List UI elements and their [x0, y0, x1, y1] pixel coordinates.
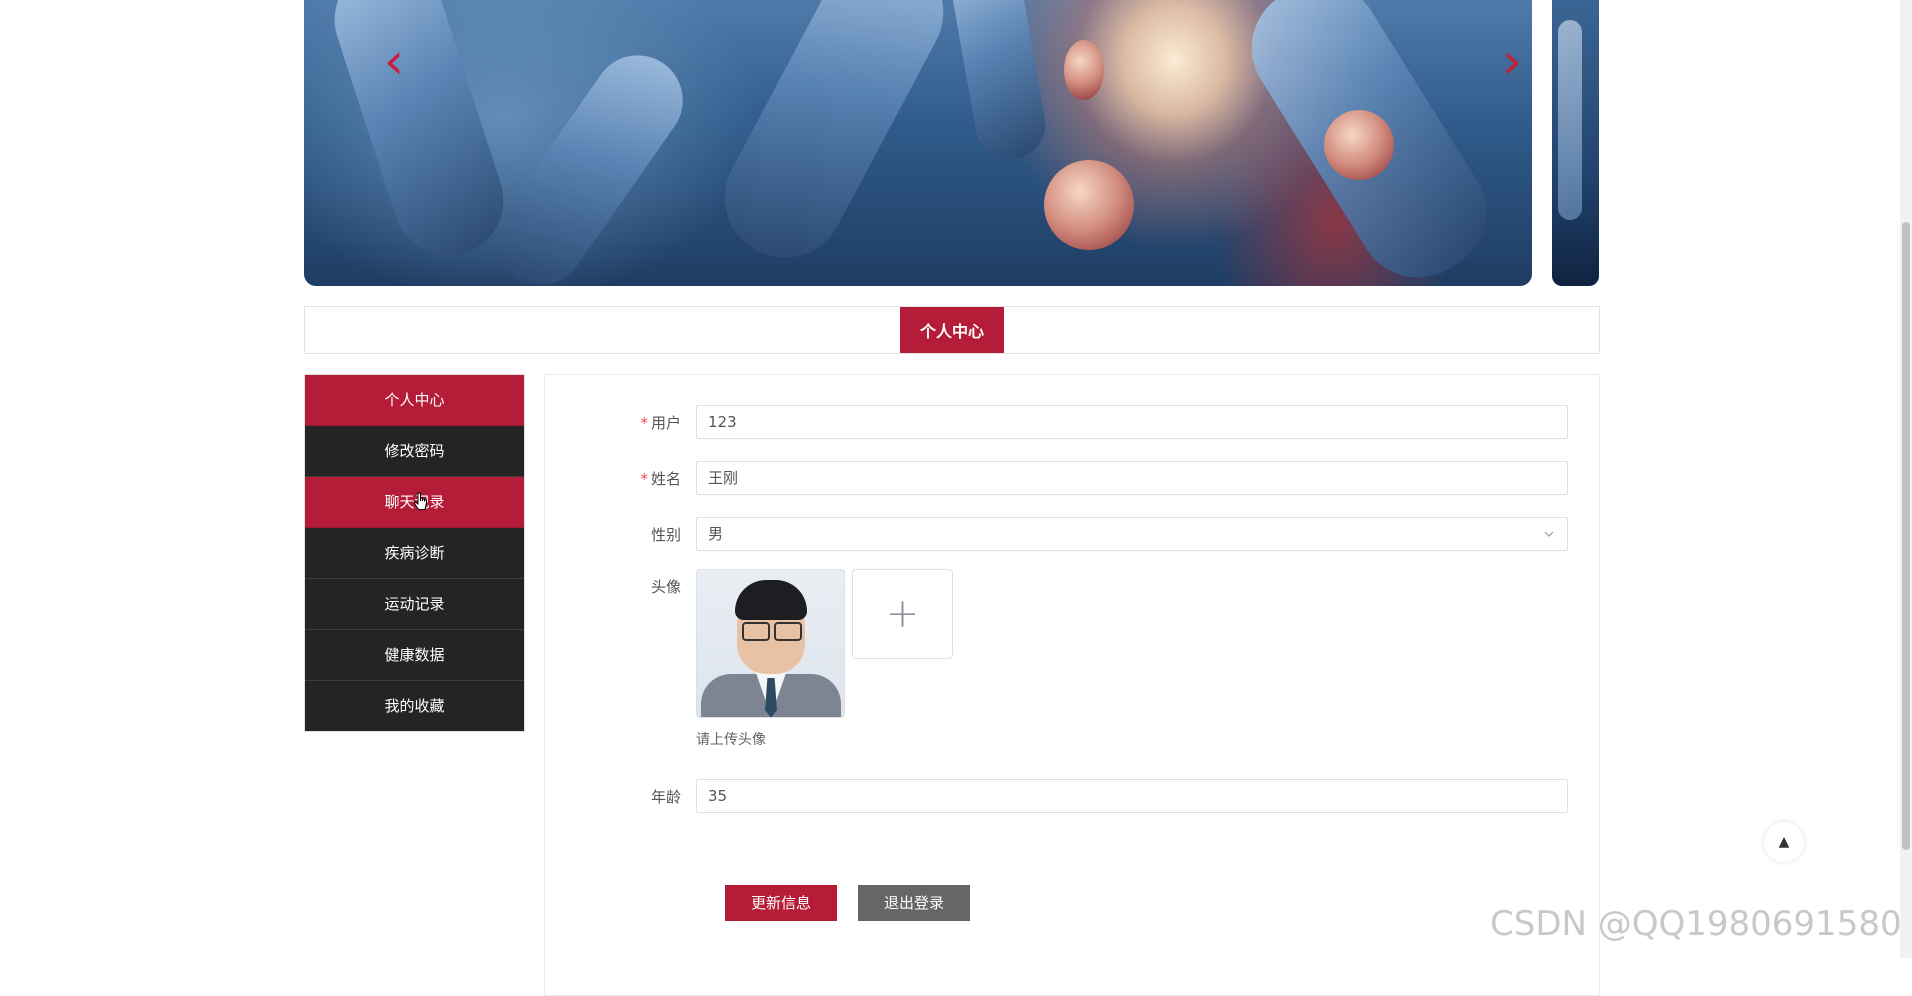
avatar-glasses	[742, 622, 770, 641]
update-info-button[interactable]: 更新信息	[725, 885, 837, 921]
carousel-next-icon[interactable]: ›	[1498, 34, 1526, 88]
plus-icon: +	[885, 591, 920, 637]
banner-strand	[947, 0, 1051, 165]
sidebar-item-my-favorites[interactable]: 我的收藏	[305, 681, 524, 731]
banner-bulb	[1044, 160, 1134, 250]
gender-select-value: 男	[708, 525, 724, 543]
back-to-top-button[interactable]: ▲	[1764, 822, 1804, 862]
banner-strand	[703, 0, 965, 279]
user-label-text: 用户	[650, 414, 681, 432]
mouse-cursor-icon	[414, 492, 427, 510]
avatar-glasses	[774, 622, 802, 641]
name-label: * 姓名	[561, 461, 681, 497]
carousel-next-slide-peek[interactable]	[1552, 0, 1599, 286]
banner-bulb	[1324, 110, 1394, 180]
csdn-watermark: CSDN @QQ1980691580	[1490, 904, 1902, 944]
age-input[interactable]: 35	[696, 779, 1568, 813]
banner-bulb	[1064, 40, 1104, 100]
required-mark: *	[640, 470, 648, 488]
gender-select[interactable]: 男	[696, 517, 1568, 551]
sidebar-item-exercise-record[interactable]: 运动记录	[305, 579, 524, 630]
section-title-bar: 个人中心	[304, 306, 1600, 354]
page-scrollbar[interactable]	[1900, 0, 1912, 958]
banner-strand	[477, 37, 701, 286]
banner-strand	[320, 0, 518, 270]
age-label: 年龄	[650, 788, 681, 806]
user-input[interactable]: 123	[696, 405, 1568, 439]
sidebar-item-health-data[interactable]: 健康数据	[305, 630, 524, 681]
required-mark: *	[640, 414, 648, 432]
caret-up-icon: ▲	[1778, 834, 1790, 850]
user-label: * 用户	[561, 405, 681, 441]
form-row-avatar: 头像 + 请上传头像	[545, 569, 1599, 759]
upload-add-button[interactable]: +	[852, 569, 953, 659]
section-title: 个人中心	[900, 307, 1004, 353]
avatar-label: 头像	[650, 578, 681, 596]
profile-form-panel: * 用户 123 * 姓名 王刚 性别 男 头像 + 请上传头像 年龄 35 更…	[544, 374, 1600, 996]
name-label-text: 姓名	[650, 470, 681, 488]
scrollbar-thumb[interactable]	[1902, 222, 1910, 850]
logout-button[interactable]: 退出登录	[858, 885, 970, 921]
avatar-image[interactable]	[696, 569, 845, 718]
gender-label: 性别	[650, 526, 681, 544]
sidebar-item-disease-diagnosis[interactable]: 疾病诊断	[305, 528, 524, 579]
sidebar-item-personal-center[interactable]: 个人中心	[305, 375, 524, 426]
name-input[interactable]: 王刚	[696, 461, 1568, 495]
avatar-hair	[735, 580, 807, 620]
sidebar-item-change-password[interactable]: 修改密码	[305, 426, 524, 477]
carousel-prev-icon[interactable]: ‹	[380, 34, 408, 88]
avatar-upload-hint: 请上传头像	[696, 732, 766, 748]
banner-carousel: ‹ ›	[304, 0, 1532, 286]
sidebar-menu: 个人中心 修改密码 聊天记录 疾病诊断 运动记录 健康数据 我的收藏	[304, 374, 525, 732]
chevron-down-icon	[1544, 531, 1554, 537]
